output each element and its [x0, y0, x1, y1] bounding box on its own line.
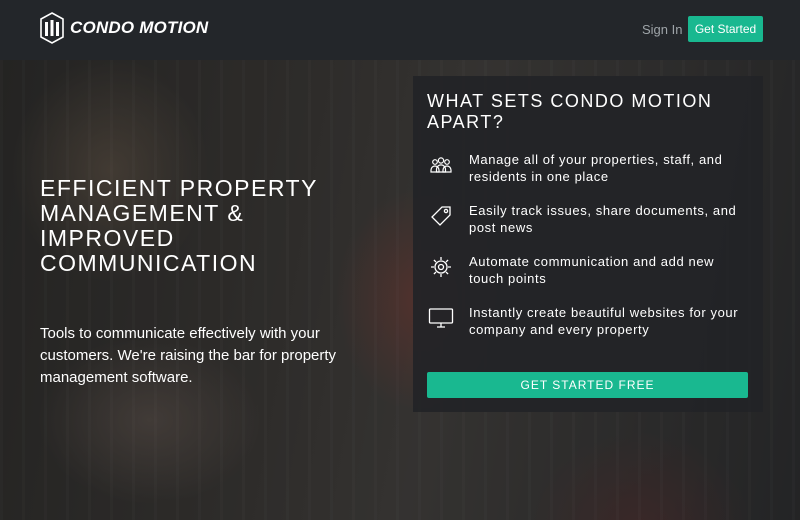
- sign-in-link[interactable]: Sign In: [642, 22, 682, 37]
- tag-icon: [427, 202, 455, 230]
- feature-text: Automate communication and add new touch…: [469, 254, 715, 286]
- panel-title: WHAT SETS CONDO MOTION APART?: [427, 91, 713, 132]
- feature-item: Easily track issues, share documents, an…: [427, 202, 749, 253]
- brand-name: CONDO MOTION: [70, 18, 209, 37]
- feature-item: Automate communication and add new touch…: [427, 253, 749, 304]
- feature-text: Instantly create beautiful websites for …: [469, 305, 739, 337]
- brand-logo[interactable]: CONDO MOTION: [40, 12, 208, 44]
- feature-item: Instantly create beautiful websites for …: [427, 304, 749, 355]
- feature-text: Manage all of your properties, staff, an…: [469, 152, 723, 184]
- monitor-icon: [427, 304, 455, 332]
- building-logo-icon: [40, 12, 64, 44]
- feature-text: Easily track issues, share documents, an…: [469, 203, 737, 235]
- hero-headline: EFFICIENT PROPERTY MANAGEMENT & IMPROVED…: [40, 175, 318, 276]
- get-started-button[interactable]: Get Started: [688, 16, 763, 42]
- people-group-icon: [427, 151, 455, 179]
- get-started-free-button[interactable]: GET STARTED FREE: [427, 372, 748, 398]
- features-panel: WHAT SETS CONDO MOTION APART? Manage all…: [413, 76, 763, 412]
- hero-subtext: Tools to communicate effectively with yo…: [40, 325, 337, 386]
- feature-list: Manage all of your properties, staff, an…: [427, 151, 749, 355]
- feature-item: Manage all of your properties, staff, an…: [427, 151, 749, 202]
- top-navigation-bar: CONDO MOTION Sign In Get Started: [0, 0, 800, 60]
- gear-icon: [427, 253, 455, 281]
